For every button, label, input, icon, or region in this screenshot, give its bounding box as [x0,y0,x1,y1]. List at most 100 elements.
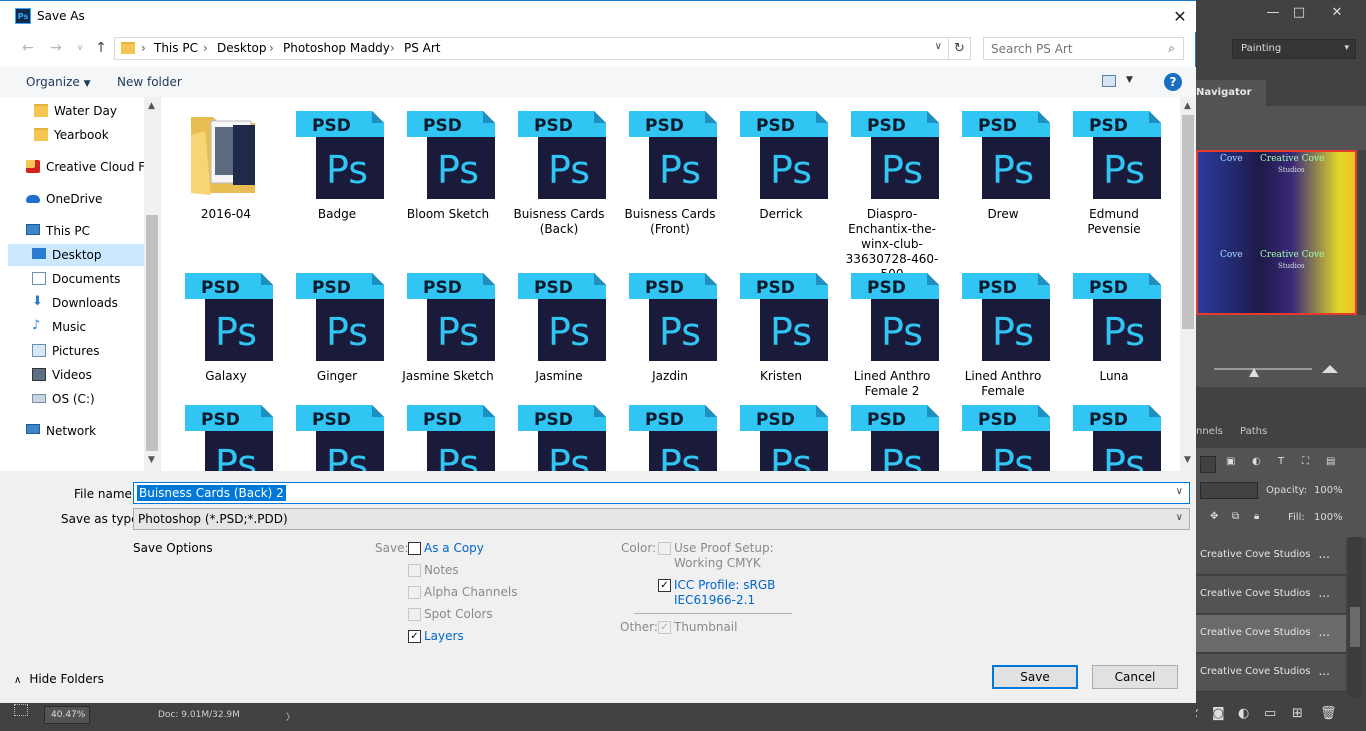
layer-filter-select[interactable] [1200,456,1216,473]
file-item[interactable]: PSD Ps Bloom Sketch [396,97,500,257]
hide-folders-button[interactable]: ∧ Hide Folders [14,672,104,686]
more-icon[interactable]: ... [1319,547,1330,561]
blend-mode-select[interactable] [1200,482,1258,499]
sidebar-item-onedrive[interactable]: OneDrive [8,188,144,210]
scroll-down-icon[interactable]: ▼ [1184,455,1191,465]
layer-row[interactable]: Creative Cove Studios... [1196,576,1346,614]
save-type-select[interactable]: Photoshop (*.PSD;*.PDD) ∨ [133,508,1190,530]
chevron-right-icon[interactable]: › [390,41,395,55]
opacity-value[interactable]: 100% [1314,485,1343,496]
layers-scrollbar[interactable] [1348,537,1362,697]
scroll-down-icon[interactable]: ▼ [148,455,155,465]
address-bar[interactable]: › This PC › Desktop › Photoshop Maddy › … [114,37,971,60]
breadcrumb-ps-art[interactable]: PS Art [404,41,441,55]
cancel-button[interactable]: Cancel [1092,665,1178,689]
file-item[interactable]: PSD Ps [840,391,944,471]
file-item[interactable]: PSD Ps [729,391,833,471]
chevron-down-icon[interactable]: ▼ [1126,75,1133,85]
lock-artboard-icon[interactable]: ⧉ [1232,511,1239,522]
as-copy-checkbox[interactable] [408,542,421,555]
smart-filter-icon[interactable]: ▤ [1326,456,1335,467]
layer-row[interactable]: Creative Cove Studios... [1196,654,1346,692]
scroll-thumb[interactable] [1182,115,1194,329]
image-filter-icon[interactable]: ▣ [1226,456,1235,467]
file-item[interactable]: PSD Ps [507,391,611,471]
type-filter-icon[interactable]: T [1278,456,1284,467]
folder-item[interactable]: 2016-04 [174,97,278,257]
chevron-right-icon[interactable]: › [141,41,146,55]
lock-position-icon[interactable]: ✥ [1210,511,1218,522]
sidebar-item-yearbook[interactable]: Yearbook [8,124,144,146]
save-button[interactable]: Save [992,665,1078,689]
navigator-tab[interactable]: Navigator [1196,80,1266,106]
chevron-right-icon[interactable]: 〉 [286,710,295,723]
back-icon[interactable]: ← [18,38,38,58]
breadcrumb-this-pc[interactable]: This PC [154,41,198,55]
chevron-down-icon[interactable]: ∨ [935,41,942,52]
file-item[interactable]: PSD Ps [1062,391,1166,471]
maximize-icon[interactable]: □ [1282,0,1316,24]
layers-label[interactable]: Layers [424,629,464,643]
file-item[interactable]: PSD Ps [951,391,1055,471]
file-name-field[interactable]: Buisness Cards (Back) 2 ∨ [133,482,1190,504]
zoom-knob[interactable] [1249,368,1259,377]
sidebar-item-pictures[interactable]: Pictures [8,340,144,362]
zoom-in-icon[interactable] [1322,365,1338,373]
shape-filter-icon[interactable]: ⛶ [1302,456,1309,467]
chevron-right-icon[interactable]: › [269,41,274,55]
new-layer-icon[interactable]: ⊞ [1292,706,1303,721]
icc-profile-label[interactable]: ICC Profile: sRGB [674,578,775,592]
file-item[interactable]: PSD Ps Drew [951,97,1055,257]
view-icon[interactable] [1102,75,1116,87]
window-close-icon[interactable]: ✕ [1320,0,1354,24]
search-box[interactable]: ⌕ [983,37,1184,60]
tab-channels[interactable]: nnels [1196,426,1223,437]
file-item[interactable]: PSD Ps Badge [285,97,389,257]
refresh-icon[interactable]: ↻ [948,38,970,59]
scroll-up-icon[interactable]: ▲ [1184,101,1191,111]
forward-icon[interactable]: → [46,38,66,58]
chevron-right-icon[interactable]: › [203,41,208,55]
file-list-scrollbar[interactable]: ▲ ▼ [1180,97,1196,471]
layer-row[interactable]: Creative Cove Studios... [1196,537,1346,575]
file-item[interactable]: PSD Ps Edmund Pevensie [1062,97,1166,257]
tab-paths[interactable]: Paths [1240,426,1267,437]
fill-value[interactable]: 100% [1314,512,1343,523]
search-icon[interactable]: ⌕ [1168,41,1175,56]
close-icon[interactable]: ✕ [1164,1,1196,31]
file-item[interactable]: PSD Ps [285,391,389,471]
file-item[interactable]: PSD Ps Diaspro-Enchantix-the-winx-club-336… [840,97,944,281]
mask-icon[interactable]: ◙ [1212,706,1225,721]
sidebar-item-network[interactable]: Network [8,420,144,442]
sidebar-item-documents[interactable]: Documents [8,268,144,290]
more-icon[interactable]: ... [1319,625,1330,639]
as-copy-label[interactable]: As a Copy [424,541,484,555]
adjustment-filter-icon[interactable]: ◐ [1252,456,1261,467]
breadcrumb-desktop[interactable]: Desktop [217,41,267,55]
scroll-up-icon[interactable]: ▲ [148,101,155,111]
sidebar-item-water-day[interactable]: Water Day [8,100,144,122]
file-item[interactable]: PSD Ps Buisness Cards (Front) [618,97,722,257]
sidebar-item-videos[interactable]: Videos [8,364,144,386]
navigation-scrollbar[interactable]: ▲ ▼ [144,97,161,471]
organize-button[interactable]: Organize ▼ [26,75,91,89]
trash-icon[interactable]: 🗑︎ [1320,706,1337,721]
search-input[interactable] [984,38,1154,59]
lock-all-icon[interactable]: 🔒︎ [1254,511,1259,522]
file-name-value[interactable]: Buisness Cards (Back) 2 [137,485,286,501]
new-folder-button[interactable]: New folder [117,75,182,89]
group-icon[interactable]: ▭ [1264,706,1276,721]
scroll-thumb[interactable] [1350,607,1360,647]
up-icon[interactable]: ↑ [91,38,111,58]
more-icon[interactable]: ... [1319,586,1330,600]
zoom-level[interactable]: 40.47% [44,706,90,724]
icc-profile-checkbox[interactable]: ✓ [658,579,671,592]
layers-checkbox[interactable]: ✓ [408,630,421,643]
recent-dropdown-icon[interactable]: ∨ [70,38,90,58]
layer-row[interactable]: Creative Cove Studios... [1196,615,1346,653]
sidebar-item-desktop[interactable]: Desktop [8,244,144,266]
sidebar-item-os-c[interactable]: OS (C:) [8,388,144,410]
adjustment-icon[interactable]: ◐ [1238,706,1249,721]
sidebar-item-music[interactable]: ♪ Music [8,316,144,338]
help-icon[interactable]: ? [1164,73,1182,91]
